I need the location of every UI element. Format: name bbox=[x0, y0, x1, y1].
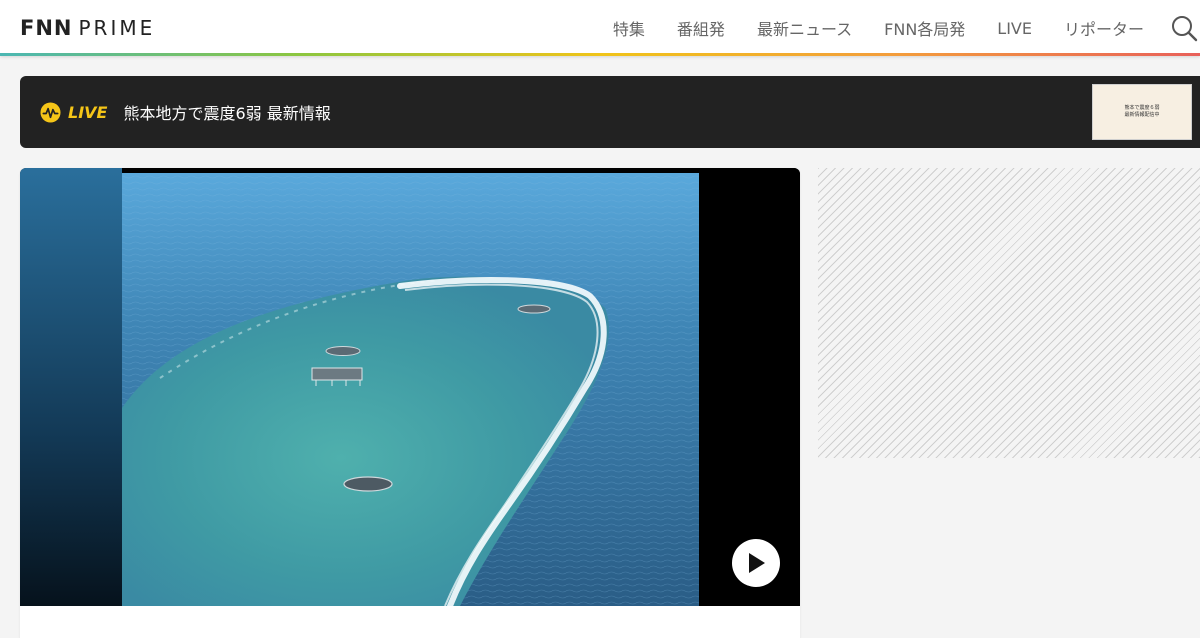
video-card bbox=[20, 168, 800, 638]
logo-fnn-text: FNN bbox=[20, 16, 73, 40]
nav-item-features[interactable]: 特集 bbox=[613, 16, 645, 40]
live-banner[interactable]: LIVE 熊本地方で震度6弱 最新情報 熊本で震度６弱 最新情報配信中 bbox=[20, 76, 1200, 148]
site-header: FNN PRIME 特集 番組発 最新ニュース FNN各局発 LIVE リポータ… bbox=[0, 0, 1200, 56]
nav-item-latest-news[interactable]: 最新ニュース bbox=[757, 16, 852, 40]
ad-placeholder bbox=[818, 168, 1200, 458]
logo-prime-text: PRIME bbox=[78, 16, 156, 40]
play-icon bbox=[749, 553, 765, 573]
main-nav: 特集 番組発 最新ニュース FNN各局発 LIVE リポーター bbox=[581, 0, 1144, 56]
live-thumbnail-line-1: 熊本で震度６弱 bbox=[1124, 105, 1160, 111]
nav-item-live[interactable]: LIVE bbox=[997, 19, 1032, 38]
live-signal-icon bbox=[40, 101, 61, 123]
header-color-stripe bbox=[0, 53, 1200, 56]
nav-item-programs[interactable]: 番組発 bbox=[677, 16, 725, 40]
live-thumbnail-line-2: 最新情報配信中 bbox=[1124, 112, 1160, 118]
nav-item-reporters[interactable]: リポーター bbox=[1064, 16, 1144, 40]
live-banner-title[interactable]: 熊本地方で震度6弱 最新情報 bbox=[123, 100, 330, 124]
live-thumbnail[interactable]: 熊本で震度６弱 最新情報配信中 bbox=[1092, 84, 1192, 140]
live-label: LIVE bbox=[68, 102, 108, 122]
nav-item-fnn-stations[interactable]: FNN各局発 bbox=[884, 16, 965, 40]
video-player[interactable] bbox=[20, 168, 800, 606]
play-button[interactable] bbox=[732, 539, 780, 587]
fnn-prime-logo[interactable]: FNN PRIME bbox=[20, 16, 155, 40]
search-icon[interactable] bbox=[1170, 14, 1198, 42]
video-still-aerial-reef bbox=[20, 168, 800, 606]
